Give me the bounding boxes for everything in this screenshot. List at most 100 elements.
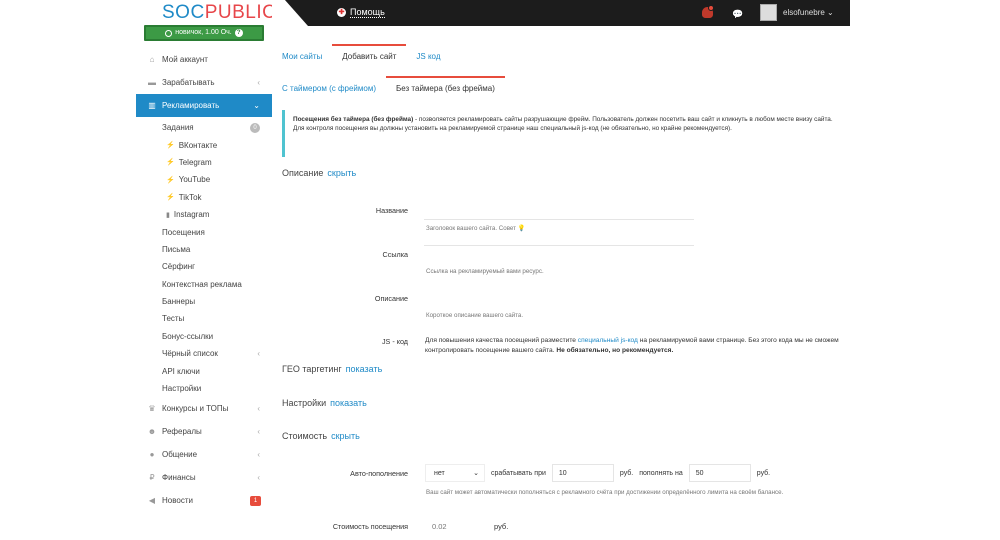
link-help-text: Ссылка на рекламируемый вами ресурс. xyxy=(426,268,544,275)
menu-earn[interactable]: ▬ Зарабатывать ‹ xyxy=(136,71,272,94)
section-cost: Стоимость скрыть xyxy=(282,431,360,441)
tasks-count-badge: 0 xyxy=(250,122,260,133)
sub-tasks[interactable]: Задания 0 xyxy=(136,119,272,136)
megaphone-icon: ◀ xyxy=(148,496,156,506)
ruble-icon: ₽ xyxy=(149,473,155,483)
section-description-title: Описание xyxy=(282,168,324,178)
section-settings-title: Настройки xyxy=(282,398,327,408)
refill-input[interactable]: 50 xyxy=(688,464,751,482)
sub-visits-label: Посещения xyxy=(162,227,205,237)
auto-refill-select[interactable]: нет ⌄ xyxy=(425,464,485,482)
sub-instagram[interactable]: ▮ Instagram xyxy=(136,206,272,223)
avatar[interactable] xyxy=(760,4,777,21)
section-geo-title: ГЕО таргетинг xyxy=(282,364,342,374)
rank-badge[interactable]: новичок, 1.00 Оч.? xyxy=(144,25,264,41)
sub-context[interactable]: Контекстная реклама xyxy=(136,276,272,293)
sub-tests[interactable]: Тесты xyxy=(136,310,272,327)
visit-cost-unit: руб. xyxy=(494,522,509,531)
main-content: Мои сайты Добавить сайт JS код С таймеро… xyxy=(272,26,850,540)
sub-telegram-label: Telegram xyxy=(178,157,212,167)
sub-bonus[interactable]: Бонус-ссылки xyxy=(136,328,272,345)
description-label: Описание xyxy=(374,294,408,303)
tab-with-timer[interactable]: С таймером (с фреймом) xyxy=(272,76,386,98)
chevron-left-icon: ‹ xyxy=(257,473,260,483)
js-text-bold: Не обязательно, но рекомендуется. xyxy=(556,347,674,354)
sub-bonus-label: Бонус-ссылки xyxy=(162,331,214,341)
js-code-info: Для повышения качества посещений размест… xyxy=(425,336,845,356)
menu-finance[interactable]: ₽ Финансы ‹ xyxy=(136,466,272,489)
sub-blacklist[interactable]: Чёрный список ‹ xyxy=(136,345,272,362)
name-label: Название xyxy=(375,206,408,215)
visit-cost-input[interactable]: 0.02 xyxy=(432,522,447,531)
toggle-settings-link[interactable]: показать xyxy=(330,398,367,408)
rank-text: новичок, 1.00 Оч. xyxy=(175,29,232,36)
news-count-badge: 1 xyxy=(250,495,261,506)
menu-earn-label: Зарабатывать xyxy=(162,78,215,87)
sub-letters-label: Письма xyxy=(162,244,191,254)
wallet-icon: ▬ xyxy=(148,78,156,87)
sub-settings[interactable]: Настройки xyxy=(136,380,272,397)
sub-tests-label: Тесты xyxy=(162,314,185,324)
section-description: Описание скрыть xyxy=(282,168,356,178)
auto-refill-label: Авто-пополнение xyxy=(350,469,408,478)
trigger-unit: руб. xyxy=(619,469,634,477)
trigger-label: срабатывать при xyxy=(491,469,546,477)
user-menu-toggle[interactable]: elsofunebre ⌄ xyxy=(783,8,834,17)
refill-unit: руб. xyxy=(756,469,771,477)
sub-banners-label: Баннеры xyxy=(162,297,196,307)
sub-surfing[interactable]: Сёрфинг xyxy=(136,258,272,275)
tab-add-site[interactable]: Добавить сайт xyxy=(332,44,407,76)
menu-news-label: Новости xyxy=(162,496,193,506)
bolt-icon: ⚡ xyxy=(166,159,175,167)
menu-referrals[interactable]: ☻ Рефералы ‹ xyxy=(136,420,272,443)
menu-advertise-label: Рекламировать xyxy=(162,101,220,110)
sub-letters[interactable]: Письма xyxy=(136,241,272,258)
sidebar-menu: ⌂ Мой аккаунт ▬ Зарабатывать ‹ ▥ Рекламирова… xyxy=(136,48,272,512)
menu-advertise[interactable]: ▥ Рекламировать ⌄ xyxy=(136,94,272,117)
home-icon: ⌂ xyxy=(149,55,155,64)
bolt-icon: ⚡ xyxy=(166,194,175,202)
menu-chat[interactable]: ● Общение ‹ xyxy=(136,443,272,466)
auto-refill-help: Ваш сайт может автоматически пополняться… xyxy=(426,489,784,496)
menu-contests-label: Конкурсы и ТОПы xyxy=(162,404,229,414)
sub-api[interactable]: API ключи xyxy=(136,362,272,379)
sub-tasks-label: Задания xyxy=(162,123,194,133)
sub-banners[interactable]: Баннеры xyxy=(136,293,272,310)
menu-contests[interactable]: ♛ Конкурсы и ТОПы ‹ xyxy=(136,397,272,420)
js-code-link[interactable]: специальный js-код xyxy=(578,337,638,344)
sidebar: SOCPUBLIC новичок, 1.00 Оч.? ⌂ Мой аккаун… xyxy=(136,0,276,540)
info-callout: Посещения без таймера (без фрейма) - поз… xyxy=(282,110,842,157)
toggle-cost-link[interactable]: скрыть xyxy=(331,431,360,441)
menu-news[interactable]: ◀ Новости 1 xyxy=(136,489,272,512)
tab-my-sites[interactable]: Мои сайты xyxy=(272,44,332,76)
logo[interactable]: SOCPUBLIC xyxy=(162,2,276,24)
sub-telegram[interactable]: ⚡ Telegram xyxy=(136,154,272,171)
sub-blacklist-label: Чёрный список xyxy=(162,349,218,359)
js-code-label: JS - код xyxy=(381,337,408,346)
sub-youtube-label: YouTube xyxy=(178,175,211,185)
link-input[interactable] xyxy=(424,230,694,246)
advertise-submenu: Задания 0 ⚡ ВКонтакте ⚡ Telegram ⚡ YouTube ⚡… xyxy=(136,117,272,397)
sub-vk[interactable]: ⚡ ВКонтакте xyxy=(136,136,272,153)
toggle-geo-link[interactable]: показать xyxy=(346,364,383,374)
menu-account[interactable]: ⌂ Мой аккаунт xyxy=(136,48,272,71)
tab-js-code[interactable]: JS код xyxy=(406,44,450,76)
description-input[interactable] xyxy=(424,276,694,292)
chevron-left-icon: ‹ xyxy=(257,404,260,414)
trigger-input[interactable]: 10 xyxy=(551,464,614,482)
help-question-icon[interactable]: ? xyxy=(234,29,243,37)
name-input[interactable] xyxy=(424,204,694,220)
trash-icon: ▮ xyxy=(166,211,170,219)
sub-tiktok[interactable]: ⚡ TikTok xyxy=(136,189,272,206)
chevron-left-icon: ‹ xyxy=(257,78,260,87)
sub-visits[interactable]: Посещения xyxy=(136,223,272,240)
toggle-description-link[interactable]: скрыть xyxy=(327,168,356,178)
help-link[interactable]: ✚ Помощь xyxy=(337,7,385,18)
secondary-tabs: С таймером (с фреймом) Без таймера (без … xyxy=(272,76,505,98)
sub-youtube[interactable]: ⚡ YouTube xyxy=(136,171,272,188)
section-geo: ГЕО таргетинг показать xyxy=(282,364,382,374)
section-settings: Настройки показать xyxy=(282,398,367,408)
messages-icon[interactable]: 💬 xyxy=(732,9,743,20)
help-label: Помощь xyxy=(350,7,385,18)
tab-without-timer[interactable]: Без таймера (без фрейма) xyxy=(386,76,505,98)
